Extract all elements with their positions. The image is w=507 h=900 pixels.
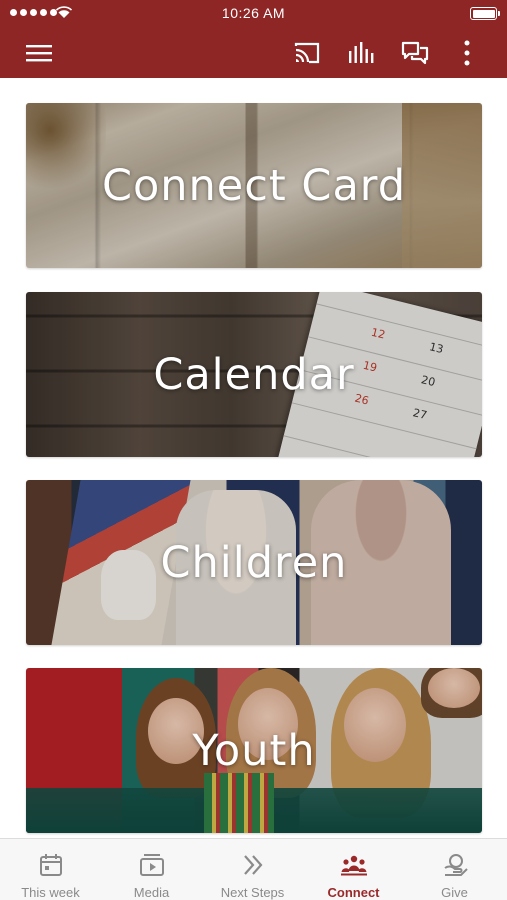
calendar-icon [37,851,65,879]
give-icon [441,851,469,879]
children-tile[interactable]: Children [26,480,482,645]
chat-icon[interactable] [400,38,430,68]
tab-this-week[interactable]: This week [0,839,101,900]
double-chevron-icon [239,851,267,879]
battery-icon [470,7,500,20]
youth-tile[interactable]: Youth [26,668,482,833]
calendar-title: Calendar [153,349,355,400]
people-icon [340,851,368,879]
calendar-tile[interactable]: 12 13 19 20 26 27 Calendar [26,292,482,457]
tab-give[interactable]: Give [404,839,505,900]
menu-icon[interactable] [24,38,54,68]
tab-next-steps[interactable]: Next Steps [202,839,303,900]
equalizer-icon[interactable] [346,38,376,68]
tab-label: Media [133,885,170,900]
tab-media[interactable]: Media [101,839,202,900]
tab-label: Next Steps [220,885,285,900]
cast-icon[interactable] [292,38,322,68]
content-area: Connect Card 12 13 19 20 26 27 Calendar … [0,78,507,838]
status-time: 10:26 AM [221,5,286,21]
tab-label: This week [21,885,80,900]
app-bar [0,28,507,78]
youth-title: Youth [192,725,316,776]
children-title: Children [160,537,348,588]
connect-card-tile[interactable]: Connect Card [26,103,482,268]
tab-label: Connect [327,885,380,900]
media-play-icon [138,851,166,879]
more-vertical-icon[interactable] [452,38,482,68]
connect-card-title: Connect Card [101,160,407,211]
status-bar: 10:26 AM [0,0,507,28]
bottom-tab-bar: This week Media Next Steps Connect Give [0,838,507,900]
tab-label: Give [441,885,468,900]
tab-connect[interactable]: Connect [303,839,404,900]
